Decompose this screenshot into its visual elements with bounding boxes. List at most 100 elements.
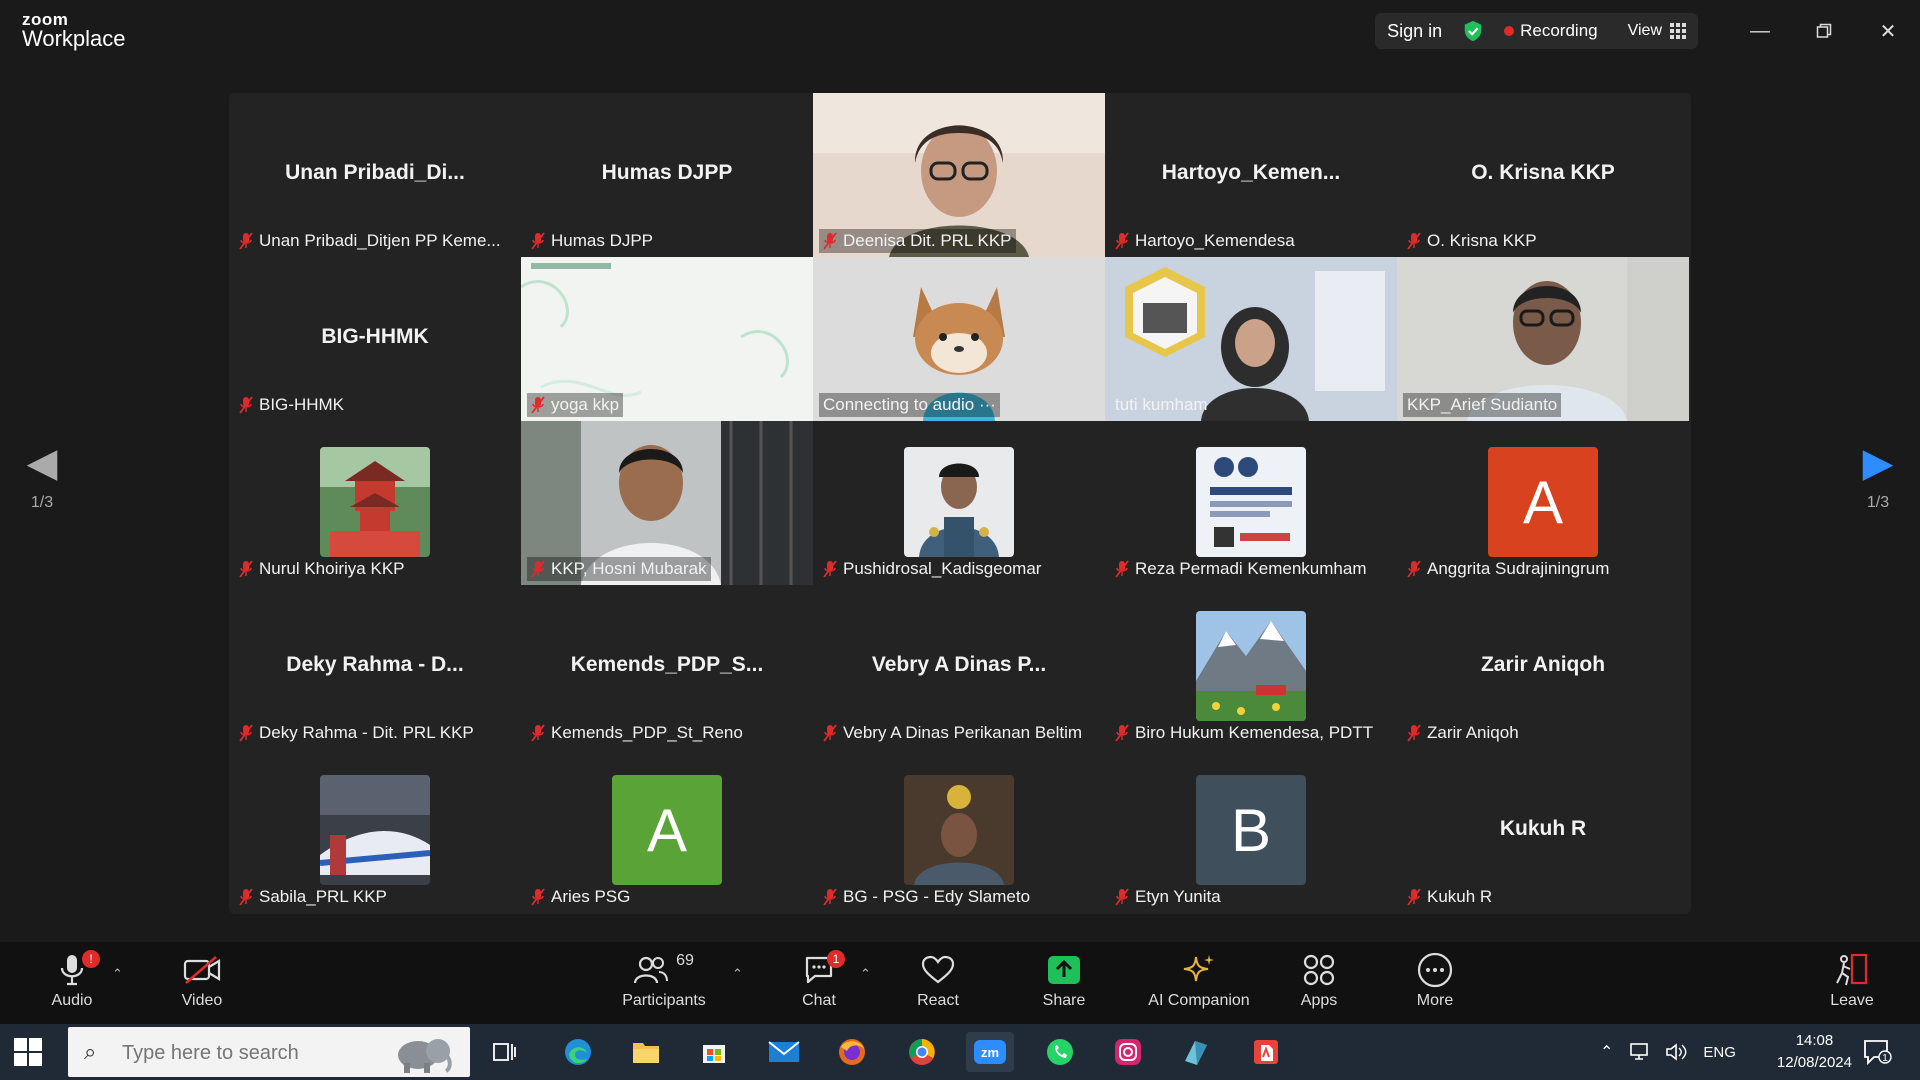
participant-tile[interactable]: Connecting to audio ··· <box>813 257 1105 421</box>
participant-label: KKP, Hosni Mubarak <box>551 559 707 578</box>
participant-tile[interactable]: B Etyn Yunita <box>1105 749 1397 913</box>
task-view-icon[interactable] <box>480 1032 528 1072</box>
zoom-app-icon[interactable]: zm <box>966 1032 1014 1072</box>
audio-button[interactable]: ! Audio <box>22 950 122 1010</box>
muted-mic-icon <box>823 724 837 742</box>
participant-name-large: O. Krisna KKP <box>1471 161 1615 184</box>
grid-view-icon[interactable] <box>1670 23 1686 39</box>
sign-in-button[interactable]: Sign in <box>1387 21 1442 42</box>
participant-label: Zarir Aniqoh <box>1427 723 1519 742</box>
windows-taskbar: ⌕ zm ⌃ ENG 14:08 12/08/2024 1 <box>0 1024 1920 1080</box>
participant-tile[interactable]: A Aries PSG <box>521 749 813 913</box>
muted-mic-icon <box>1115 888 1129 906</box>
muted-mic-icon <box>1115 232 1129 250</box>
instagram-icon[interactable] <box>1104 1032 1152 1072</box>
participant-tile[interactable]: Sabila_PRL KKP <box>229 749 521 913</box>
participant-tile[interactable]: tuti kumham <box>1105 257 1397 421</box>
participant-tile[interactable]: Kemends_PDP_S... Kemends_PDP_St_Reno <box>521 585 813 749</box>
file-explorer-icon[interactable] <box>622 1032 670 1072</box>
restore-button[interactable] <box>1792 0 1856 62</box>
minimize-button[interactable]: — <box>1728 0 1792 62</box>
page-indicator-left: 1/3 <box>30 494 54 511</box>
participant-avatar <box>1196 447 1306 557</box>
close-window-button[interactable]: ✕ <box>1856 0 1920 62</box>
recording-indicator[interactable]: Recording <box>1520 21 1598 41</box>
muted-mic-icon <box>239 560 253 578</box>
participant-tile[interactable]: BG - PSG - Edy Slameto <box>813 749 1105 913</box>
tray-overflow-chevron-icon[interactable]: ⌃ <box>1600 1042 1613 1062</box>
leave-button[interactable]: Leave <box>1802 950 1902 1010</box>
participant-label: BIG-HHMK <box>259 395 344 414</box>
participant-label: Anggrita Sudrajiningrum <box>1427 559 1610 578</box>
participant-tile[interactable]: yoga kkp <box>521 257 813 421</box>
participant-tile[interactable]: Reza Permadi Kemenkumham <box>1105 421 1397 585</box>
participant-label: Vebry A Dinas Perikanan Beltim <box>843 723 1083 742</box>
firefox-icon[interactable] <box>828 1032 876 1072</box>
office-app-icon[interactable] <box>1242 1032 1290 1072</box>
participant-label: tuti kumham <box>1115 395 1208 414</box>
participant-label: Deenisa Dit. PRL KKP <box>843 231 1012 250</box>
notes-app-icon[interactable] <box>1172 1032 1220 1072</box>
share-button[interactable]: Share <box>1014 950 1114 1010</box>
participant-tile[interactable]: BIG-HHMK BIG-HHMK <box>229 257 521 421</box>
muted-mic-icon <box>239 232 253 250</box>
react-button[interactable]: React <box>888 950 988 1010</box>
participant-tile[interactable]: Unan Pribadi_Di... Unan Pribadi_Ditjen P… <box>229 93 521 257</box>
network-icon[interactable] <box>1629 1042 1653 1062</box>
participant-tile[interactable]: Kukuh R Kukuh R <box>1397 749 1689 913</box>
apps-button[interactable]: Apps <box>1269 950 1369 1010</box>
clock-time: 14:08 <box>1795 1032 1834 1049</box>
participant-avatar <box>320 447 430 557</box>
participant-label: Unan Pribadi_Ditjen PP Keme... <box>259 231 501 250</box>
chrome-icon[interactable] <box>898 1032 946 1072</box>
participant-name-large: Kemends_PDP_S... <box>570 653 764 676</box>
chat-options-caret-icon[interactable]: ⌃ <box>860 966 871 982</box>
whatsapp-icon[interactable] <box>1036 1032 1084 1072</box>
participants-button[interactable]: 69 Participants <box>614 950 714 1010</box>
participant-tile[interactable]: Zarir Aniqoh Zarir Aniqoh <box>1397 585 1689 749</box>
microsoft-store-icon[interactable] <box>690 1032 738 1072</box>
participant-tile[interactable]: Vebry A Dinas P... Vebry A Dinas Perikan… <box>813 585 1105 749</box>
language-indicator[interactable]: ENG <box>1703 1044 1736 1061</box>
participant-tile[interactable]: Deky Rahma - D... Deky Rahma - Dit. PRL … <box>229 585 521 749</box>
active-speaker-tile[interactable]: KKP_Arief Sudianto <box>1397 257 1689 421</box>
taskbar-search[interactable]: ⌕ <box>68 1027 470 1077</box>
participant-label: Deky Rahma - Dit. PRL KKP <box>259 723 474 742</box>
view-button[interactable]: View <box>1628 22 1662 40</box>
page-indicator-right: 1/3 <box>1866 494 1890 511</box>
chat-button[interactable]: 1 Chat <box>769 950 869 1010</box>
participant-tile[interactable]: A Anggrita Sudrajiningrum <box>1397 421 1689 585</box>
participant-tile[interactable]: KKP, Hosni Mubarak <box>521 421 813 585</box>
mail-icon[interactable] <box>760 1032 808 1072</box>
video-button[interactable]: Video <box>152 950 252 1010</box>
taskbar-search-input[interactable] <box>120 1037 384 1069</box>
left-triangle-icon: ◀ <box>26 441 58 485</box>
title-bar: zoom Workplace Sign in Recording View — … <box>0 0 1920 62</box>
participant-label: Humas DJPP <box>551 231 654 250</box>
muted-mic-icon <box>1407 888 1421 906</box>
participants-options-caret-icon[interactable]: ⌃ <box>732 966 743 982</box>
edge-browser-icon[interactable] <box>554 1032 602 1072</box>
participant-tile[interactable]: Nurul Khoiriya KKP <box>229 421 521 585</box>
participant-tile[interactable]: O. Krisna KKP O. Krisna KKP <box>1397 93 1689 257</box>
participant-tile[interactable]: Hartoyo_Kemen... Hartoyo_Kemendesa <box>1105 93 1397 257</box>
ai-companion-button[interactable]: AI Companion <box>1134 950 1264 1010</box>
participant-name-large: Deky Rahma - D... <box>286 653 464 676</box>
volume-icon[interactable] <box>1665 1042 1687 1062</box>
participant-avatar <box>904 447 1014 557</box>
muted-mic-icon <box>239 396 253 414</box>
participant-tile[interactable]: Humas DJPP Humas DJPP <box>521 93 813 257</box>
participant-tile[interactable]: Biro Hukum Kemendesa, PDTT <box>1105 585 1397 749</box>
more-button[interactable]: More <box>1385 950 1485 1010</box>
notifications-icon[interactable]: 1 <box>1862 1024 1892 1080</box>
participant-tile[interactable]: Pushidrosal_Kadisgeomar <box>813 421 1105 585</box>
muted-mic-icon <box>531 396 545 414</box>
participant-label: Pushidrosal_Kadisgeomar <box>843 559 1042 578</box>
windows-start-button[interactable] <box>14 1038 42 1066</box>
audio-options-caret-icon[interactable]: ⌃ <box>112 966 123 982</box>
prev-page-button[interactable]: ◀ 1/3 <box>2 440 82 560</box>
security-shield-icon[interactable] <box>1462 20 1484 42</box>
taskbar-clock[interactable]: 14:08 12/08/2024 <box>1777 1030 1852 1074</box>
next-page-button[interactable]: ▶ 1/3 <box>1838 440 1918 560</box>
participant-tile[interactable]: Deenisa Dit. PRL KKP <box>813 93 1105 257</box>
